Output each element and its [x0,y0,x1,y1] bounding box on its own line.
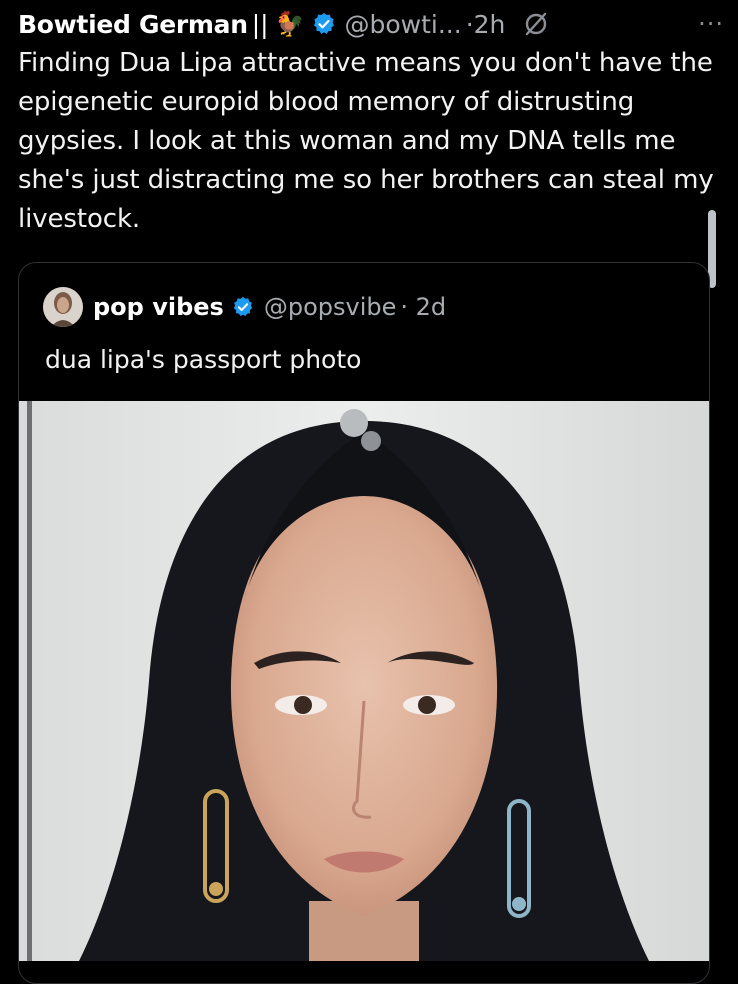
verified-badge-icon [232,296,254,318]
passport-photo-image[interactable] [19,401,709,961]
name-suffix: || [251,9,269,39]
quote-text: dua lipa's passport photo [45,345,362,374]
more-options-icon[interactable]: ··· [698,10,724,38]
tweet-text: Finding Dua Lipa attractive means you do… [18,48,714,234]
author-handle[interactable]: @bowti... [344,10,461,39]
verified-badge-icon [312,12,336,36]
quote-author-name[interactable]: pop vibes [93,293,224,321]
quoted-tweet[interactable]: pop vibes @popsvibe · 2d dua lipa's pass… [18,262,710,984]
quote-header: pop vibes @popsvibe · 2d [43,287,446,327]
tweet-header: Bowtied German || 🐓 @bowti... ·2h ··· [18,6,724,42]
quote-time[interactable]: · 2d [400,293,446,321]
rooster-emoji: 🐓 [274,10,305,38]
quote-author-handle[interactable]: @popsvibe [264,293,397,321]
tweet-time[interactable]: ·2h [466,10,506,39]
author-name[interactable]: Bowtied German [18,10,248,39]
grok-icon[interactable] [523,11,549,37]
avatar[interactable] [43,287,83,327]
